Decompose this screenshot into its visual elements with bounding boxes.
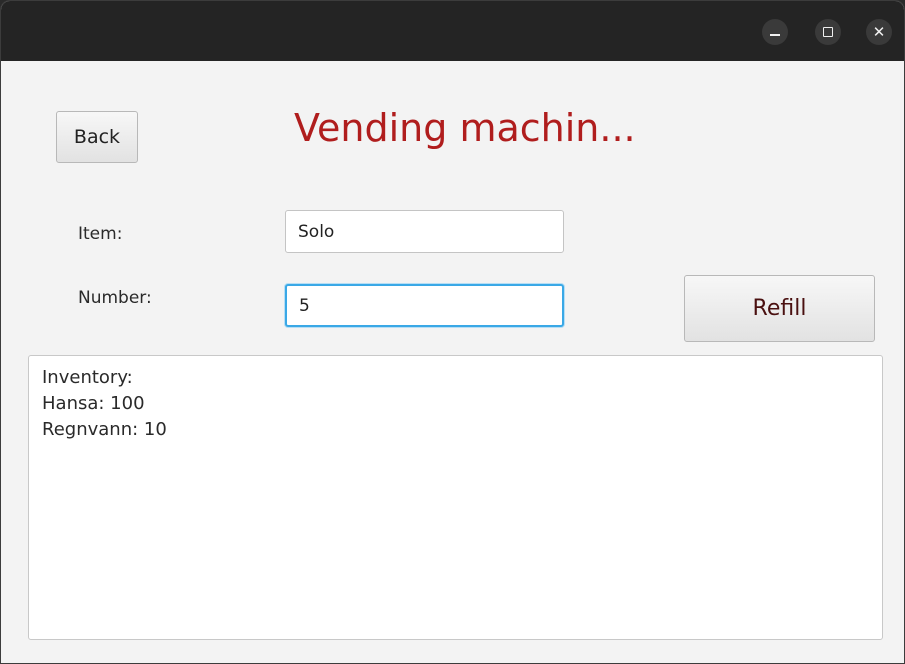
app-window: ✕ Back Vending machin... Item: Number: R… bbox=[0, 0, 905, 664]
item-label: Item: bbox=[78, 224, 123, 244]
item-input[interactable] bbox=[285, 210, 564, 253]
page-title: Vending machin... bbox=[294, 106, 636, 150]
inventory-line: Hansa: 100 bbox=[42, 393, 145, 414]
maximize-button[interactable] bbox=[815, 19, 841, 45]
refill-button[interactable]: Refill bbox=[684, 275, 875, 342]
number-label: Number: bbox=[78, 288, 152, 308]
close-button[interactable]: ✕ bbox=[866, 19, 892, 45]
main-content: Back Vending machin... Item: Number: Ref… bbox=[1, 61, 904, 663]
inventory-line: Inventory: bbox=[42, 367, 133, 388]
minimize-icon bbox=[770, 34, 780, 36]
window-titlebar[interactable]: ✕ bbox=[1, 1, 904, 61]
close-icon: ✕ bbox=[872, 22, 886, 41]
inventory-line: Regnvann: 10 bbox=[42, 419, 167, 440]
minimize-button[interactable] bbox=[762, 19, 788, 45]
inventory-text-area[interactable]: Inventory: Hansa: 100 Regnvann: 10 bbox=[28, 355, 883, 640]
maximize-icon bbox=[823, 27, 833, 37]
number-input[interactable] bbox=[285, 284, 564, 327]
back-button[interactable]: Back bbox=[56, 111, 138, 163]
